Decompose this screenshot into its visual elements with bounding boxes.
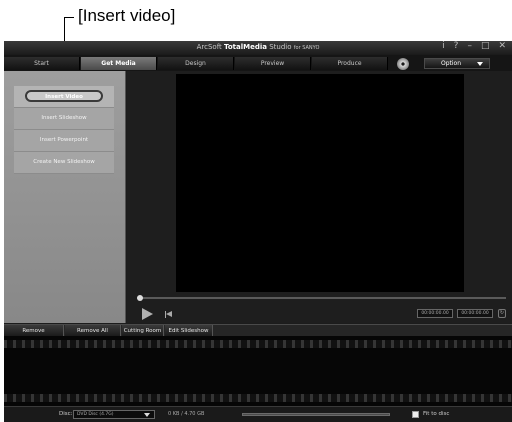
seek-bar[interactable] bbox=[137, 297, 506, 299]
main-tab-bar: Start Get Media Design Preview Produce O… bbox=[4, 55, 512, 71]
video-preview-screen bbox=[176, 74, 464, 292]
fit-to-disc-label: Fit to disc bbox=[423, 411, 450, 417]
media-toolbar: Remove Remove All Cutting Room Edit Slid… bbox=[4, 324, 512, 337]
get-media-panel: Insert Video Insert Slideshow Insert Pow… bbox=[4, 71, 126, 323]
tab-get-media[interactable]: Get Media bbox=[81, 57, 157, 70]
title-suffix: Studio bbox=[267, 43, 292, 51]
get-media-menu: Insert Video Insert Slideshow Insert Pow… bbox=[14, 86, 114, 174]
info-button[interactable]: i bbox=[442, 41, 445, 51]
title-bar: ArcSoft TotalMedia Studio for SANYO i ? … bbox=[4, 41, 512, 55]
disc-type-value: DVD Disc (4.7G) bbox=[77, 412, 114, 417]
tab-design[interactable]: Design bbox=[158, 57, 234, 70]
app-window: ArcSoft TotalMedia Studio for SANYO i ? … bbox=[4, 41, 512, 422]
create-new-slideshow-button[interactable]: Create New Slideshow bbox=[14, 152, 114, 174]
film-strip-top bbox=[4, 340, 512, 348]
help-button[interactable]: ? bbox=[454, 41, 459, 51]
seek-handle[interactable] bbox=[137, 295, 143, 301]
title-brand: TotalMedia bbox=[224, 43, 268, 51]
insert-powerpoint-button[interactable]: Insert Powerpoint bbox=[14, 130, 114, 152]
dropdown-caret-icon bbox=[144, 413, 150, 417]
callout-leader-line bbox=[64, 17, 74, 18]
dropdown-caret-icon bbox=[477, 62, 483, 66]
window-controls: i ? – □ ✕ bbox=[442, 41, 506, 51]
app-title: ArcSoft TotalMedia Studio for SANYO bbox=[4, 43, 512, 51]
total-timecode: 00:00:00.00 bbox=[457, 309, 493, 318]
minimize-button[interactable]: – bbox=[467, 41, 472, 51]
tab-start[interactable]: Start bbox=[4, 57, 80, 70]
maximize-button[interactable]: □ bbox=[481, 41, 490, 51]
play-icon[interactable] bbox=[142, 308, 153, 320]
insert-video-button[interactable]: Insert Video bbox=[14, 86, 114, 108]
disc-size-text: 0 KB / 4.70 GB bbox=[168, 411, 205, 417]
tab-preview[interactable]: Preview bbox=[235, 57, 311, 70]
current-timecode: 00:00:00.00 bbox=[417, 309, 453, 318]
stop-icon[interactable] bbox=[165, 311, 173, 318]
title-by: for SANYO bbox=[293, 45, 320, 51]
fit-to-disc-checkbox[interactable] bbox=[412, 411, 419, 418]
disc-icon[interactable] bbox=[397, 58, 409, 70]
option-label: Option bbox=[441, 60, 462, 67]
status-bar: Disc: DVD Disc (4.7G) 0 KB / 4.70 GB Fit… bbox=[4, 406, 512, 422]
disc-label: Disc: bbox=[59, 411, 73, 417]
title-prefix: ArcSoft bbox=[196, 43, 222, 51]
media-tray[interactable] bbox=[4, 336, 512, 406]
stop-icon-triangle bbox=[166, 311, 172, 317]
insert-video-callout: [Insert video] bbox=[78, 6, 176, 25]
tab-produce[interactable]: Produce bbox=[312, 57, 388, 70]
preview-area: 00:00:00.00 00:00:00.00 ↻ bbox=[127, 71, 512, 323]
insert-video-label: Insert Video bbox=[25, 90, 103, 102]
disc-capacity-bar bbox=[242, 413, 390, 416]
disc-type-select[interactable]: DVD Disc (4.7G) bbox=[73, 410, 155, 419]
film-strip-bottom bbox=[4, 394, 512, 402]
loop-icon[interactable]: ↻ bbox=[498, 309, 506, 318]
close-button[interactable]: ✕ bbox=[498, 41, 506, 51]
insert-slideshow-button[interactable]: Insert Slideshow bbox=[14, 108, 114, 130]
option-button[interactable]: Option bbox=[424, 58, 490, 69]
